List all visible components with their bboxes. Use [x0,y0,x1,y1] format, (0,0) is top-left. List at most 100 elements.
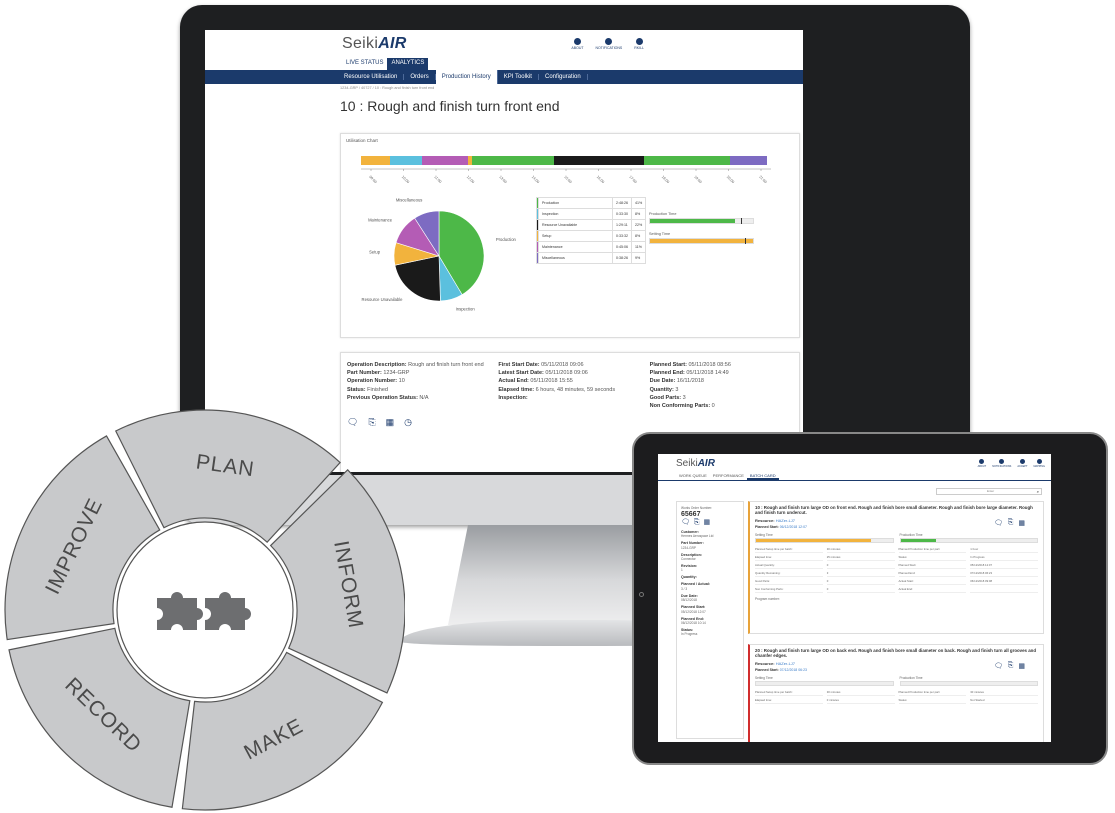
side-field: Planned / Actual: 3 / 3 [681,582,739,591]
tab-analytics[interactable]: ANALYTICS [387,58,429,70]
side-field: Customer: Hermes Aerospace Ltd [681,530,739,539]
clock-icon[interactable]: ◷ [404,417,412,428]
pie-label: Maintenance [368,217,393,222]
grid-cell: Quantity Remaining: [755,570,823,577]
side-field: Quantity: [681,575,739,579]
grid-cell: Planned End: [898,570,967,577]
category-time: 0:45:06 [612,241,632,253]
detail-field: Previous Operation Status: N/A [347,394,490,402]
utilisation-panel: Utilisation Chart 09:00 10:00 11:00 12:00 13… [340,133,800,338]
category-time: 1:29:11 [612,219,632,231]
detail-value: 05/11/2018 09:06 [539,362,584,368]
nav-resource-utilisation[interactable]: Resource Utilisation [338,74,405,80]
tablet-logo[interactable]: SeikiAIR [676,458,715,469]
tablet-user-button[interactable]: MAPPING [1033,458,1045,468]
setting-time-label: Setting Time [755,676,773,680]
detail-value: 3 [681,394,686,401]
side-field-value: 3 / 3 [681,586,688,591]
detail-value: 05/11/2018 09:06 [543,370,588,377]
detail-label: Quantity: [649,386,674,393]
bell-icon [605,38,613,45]
detail-field: Status: Finished [347,386,490,394]
top-tabs: LIVE STATUS ANALYTICS [205,58,803,70]
tab-batch-card[interactable]: BATCH CARD [746,472,779,480]
tab-live-status[interactable]: LIVE STATUS [342,58,387,70]
operation-card[interactable]: 20 : Rough and finish turn large OD on b… [748,644,1044,742]
detail-label: Operation Description: [347,362,407,368]
production-marker [740,218,742,224]
table-icon[interactable]: ▦ [1018,519,1025,527]
production-time-bar [899,538,1038,543]
detail-field: First Start Date: 05/11/2018 09:06 [498,361,641,369]
copy-icon[interactable]: ⎘ [1008,662,1014,670]
grid-cell: Planned Start: [898,562,967,569]
tablet-notifications-button[interactable]: NOTIFICATIONS [992,458,1011,468]
category-percent: 9% [630,252,647,264]
side-field: Description: Connector [681,553,739,562]
nav-kpi-toolkit[interactable]: KPI Toolkit [498,74,539,80]
tab-work-queue[interactable]: WORK QUEUE [676,472,710,480]
tablet-about-button[interactable]: ABOUT [978,458,986,468]
grid-cell: 05/12/2018 12:07 [970,562,1038,569]
table-row: Setup 0:33:32 8% [536,230,647,242]
pie-label: Miscellaneous [396,197,423,202]
nav-configuration[interactable]: Configuration [539,74,588,80]
detail-value: 6 hours, 48 minutes, 59 seconds [534,386,616,393]
resource-link[interactable]: HAZer-LJ7 [776,518,795,523]
grid-cell: Planned Setup time per batch: [755,546,823,553]
tablet-accept-button[interactable]: ACCEPT [1017,458,1027,468]
timeline-axis: 09:00 10:00 11:00 12:00 13:00 14:00 15:00 16:00… [361,168,771,184]
resource-link[interactable]: HAZer-LJ7 [776,661,795,666]
nav-production-history[interactable]: Production History [435,70,498,84]
grid-cell [970,586,1038,593]
comment-icon[interactable]: 🗨 [994,662,1003,670]
production-time-label: Production Time [649,212,677,216]
grid-cell: 25 minutes [826,554,895,561]
operation-card[interactable]: 10 : Rough and finish turn large OD on f… [748,501,1044,634]
comment-icon[interactable]: 🗨 [994,519,1003,527]
app-logo[interactable]: SeikiAIR [342,35,407,53]
table-row: Miscellaneous 0:38:26 9% [536,252,647,264]
timeline-tick-label: 12:00 [466,175,475,184]
pie-label: Setup [369,249,381,254]
copy-icon[interactable]: ⎘ [694,519,700,526]
cycle-center [116,521,294,699]
detail-value: 05/11/2018 15:55 [528,378,573,385]
search-input[interactable]: Enter ⌕ [936,488,1042,495]
timeline-tick-label: 19:00 [693,175,702,184]
side-field: Planned End: 06/12/2018 10:14 [681,617,739,626]
detail-field: Inspection: [498,394,641,402]
side-field-value: Hermes Aerospace Ltd [681,534,714,539]
production-time-label: Production Time [899,533,923,537]
operation-card-title: 10 : Rough and finish turn large OD on f… [755,505,1033,515]
side-field: Revision: 1 [681,564,739,573]
notifications-button[interactable]: NOTIFICATIONS [595,38,622,50]
table-icon[interactable]: ▦ [704,519,711,526]
side-field-label: Due Date: [681,593,698,598]
utilisation-pie-chart: Production Inspection Resource Unavailable… [362,197,517,311]
detail-label: Latest Start Date: [498,370,544,377]
page-title: 10 : Rough and finish turn front end [340,98,560,114]
timeline-tick-label: 20:00 [726,175,735,184]
setting-time-bar [649,238,754,244]
grid-cell: Planned Production time per part: [898,689,967,696]
grid-cell: 0 minutes [826,697,895,704]
category-percent: 8% [630,230,647,242]
comment-icon[interactable]: 🗨 [681,519,690,526]
search-icon[interactable]: ⌕ [1037,489,1039,494]
timeline-segment [389,156,423,165]
tab-performance[interactable]: PERFORMANCE [710,472,747,480]
category-time: 2:48:26 [612,197,632,209]
table-icon[interactable]: ▦ [1018,662,1025,670]
utilisation-summary-table: Production 2:48:26 41% Inspection 0:33:30 8% R… [536,197,647,264]
timeline-tick-label: 16:00 [596,175,605,184]
copy-icon[interactable]: ⎘ [1008,519,1014,527]
detail-field: Quantity: 3 [650,386,793,394]
user-button[interactable]: RKILL [634,38,644,50]
about-button[interactable]: ABOUT [571,38,583,50]
grid-cell: 30 minutes [970,689,1038,696]
setting-marker [744,238,746,244]
timeline-tick-label: 15:00 [563,175,572,184]
nav-orders[interactable]: Orders [404,74,436,80]
pie-label: Resource Unavailable [362,297,404,302]
